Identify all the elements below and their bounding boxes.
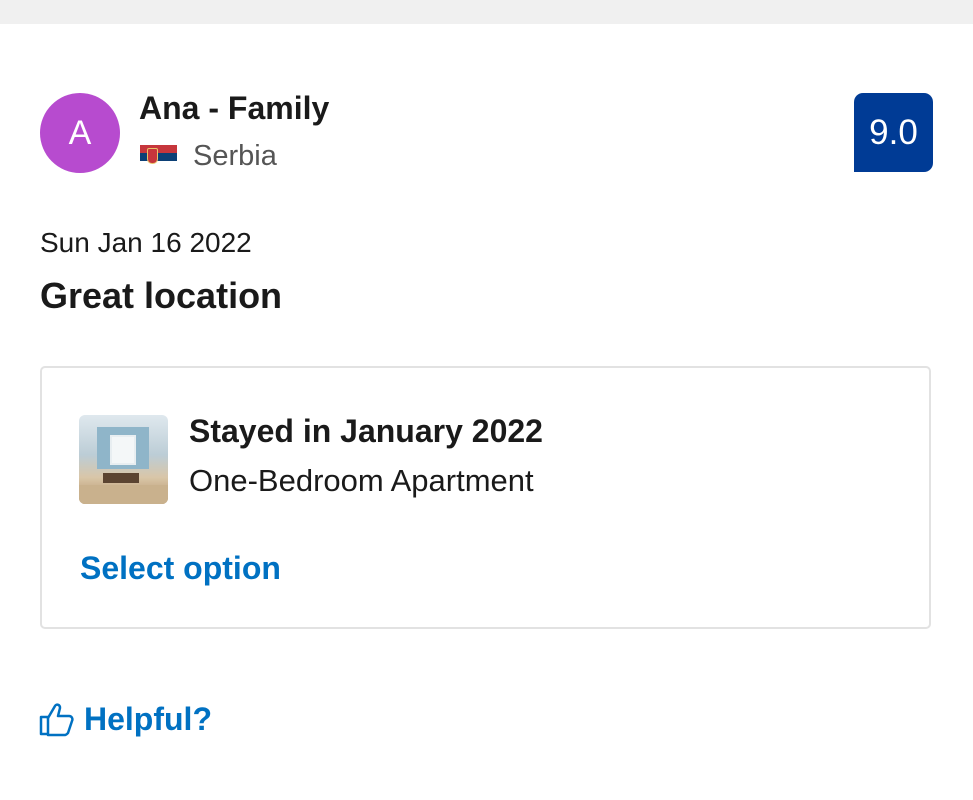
- review-date: Sun Jan 16 2022: [40, 227, 252, 258]
- thumbs-up-icon: [39, 703, 74, 737]
- avatar: A: [40, 93, 120, 173]
- review-score: 9.0: [869, 112, 918, 152]
- avatar-initial: A: [68, 113, 92, 152]
- helpful-button[interactable]: Helpful?: [38, 697, 212, 741]
- room-name: One-Bedroom Apartment: [189, 463, 534, 498]
- review-score-badge: 9.0: [854, 93, 933, 172]
- serbia-flag-icon: [140, 145, 177, 169]
- top-strip: [0, 0, 973, 24]
- stay-period: Stayed in January 2022: [189, 413, 543, 449]
- room-photo-thumbnail[interactable]: [79, 415, 168, 504]
- reviewer-name: Ana - Family: [139, 90, 330, 126]
- select-option-link[interactable]: Select option: [80, 550, 281, 587]
- reviewer-country: Serbia: [193, 140, 277, 172]
- helpful-label: Helpful?: [84, 700, 212, 737]
- review-title: Great location: [40, 275, 283, 316]
